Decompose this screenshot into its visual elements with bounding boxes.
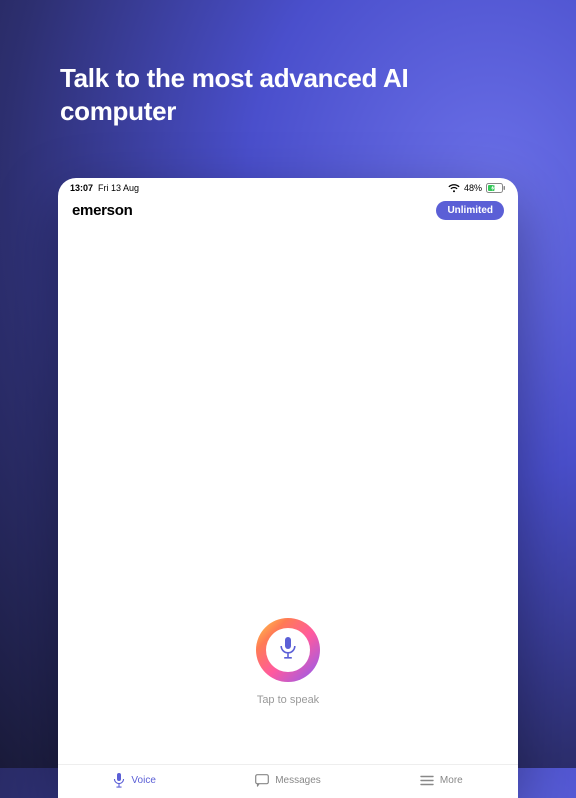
status-bar: 13:07 Fri 13 Aug 48% bbox=[58, 178, 518, 195]
tab-voice-label: Voice bbox=[131, 775, 155, 786]
tab-messages[interactable]: Messages bbox=[211, 773, 364, 788]
device-frame: 13:07 Fri 13 Aug 48% emerson Unlimited bbox=[58, 178, 518, 798]
microphone-icon bbox=[279, 637, 297, 664]
mic-inner bbox=[266, 628, 310, 672]
tab-bar: Voice Messages More bbox=[58, 764, 518, 798]
content-area: Tap to speak bbox=[58, 230, 518, 764]
mic-area: Tap to speak bbox=[58, 618, 518, 706]
status-time: 13:07 bbox=[70, 183, 93, 193]
mic-button[interactable] bbox=[256, 618, 320, 682]
tab-more-label: More bbox=[440, 775, 463, 786]
promo-headline: Talk to the most advanced AI computer bbox=[60, 62, 516, 127]
tab-voice[interactable]: Voice bbox=[58, 773, 211, 788]
mic-hint: Tap to speak bbox=[257, 694, 319, 706]
battery-percentage: 48% bbox=[464, 183, 482, 193]
unlimited-badge[interactable]: Unlimited bbox=[436, 201, 504, 220]
app-title: emerson bbox=[72, 202, 132, 219]
status-right: 48% bbox=[448, 183, 506, 193]
battery-icon bbox=[486, 183, 506, 193]
status-date: Fri 13 Aug bbox=[98, 183, 139, 193]
menu-icon bbox=[420, 775, 434, 786]
chat-icon bbox=[255, 774, 269, 787]
tab-messages-label: Messages bbox=[275, 775, 321, 786]
status-left: 13:07 Fri 13 Aug bbox=[70, 183, 139, 193]
app-header: emerson Unlimited bbox=[58, 195, 518, 230]
wifi-icon bbox=[448, 184, 460, 193]
microphone-icon bbox=[113, 773, 125, 788]
tab-more[interactable]: More bbox=[365, 773, 518, 788]
